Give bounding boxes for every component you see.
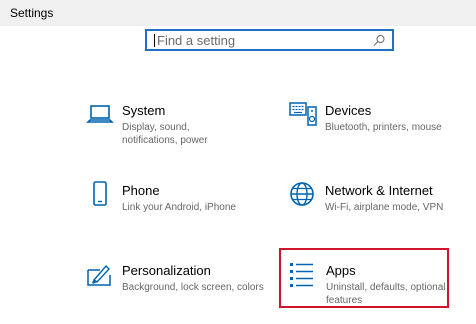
phone-icon [93,181,107,206]
search-placeholder: Find a setting [157,33,236,48]
globe-icon [290,182,314,206]
tile-description: Bluetooth, printers, mouse [325,122,442,133]
paint-tablet-icon [87,264,111,286]
text-cursor [154,34,155,47]
tile-network[interactable]: Network & Internet Wi-Fi, airplane mode,… [289,181,469,221]
apps-list-icon [290,263,313,287]
tile-phone[interactable]: Phone Link your Android, iPhone [86,181,256,221]
search-icon[interactable] [373,34,386,47]
tile-description: Background, lock screen, colors [122,282,264,293]
title-bar: Settings [0,0,476,26]
tile-description: Display, sound, notifications, power [122,122,208,146]
tile-name: Apps [326,263,356,278]
search-box[interactable]: Find a setting [145,29,394,51]
tile-description: Wi-Fi, airplane mode, VPN [325,202,444,213]
tile-name: Personalization [122,263,211,278]
tile-devices[interactable]: Devices Bluetooth, printers, mouse [289,101,469,147]
tile-description: Uninstall, defaults, optional features [326,282,446,306]
tile-name: Devices [325,103,372,118]
tile-name: Network & Internet [325,183,433,198]
laptop-icon [86,105,114,123]
tile-name: System [122,103,166,118]
keyboard-speaker-icon [289,102,317,126]
tile-system[interactable]: System Display, sound, notifications, po… [86,101,256,147]
tile-description: Link your Android, iPhone [122,202,236,213]
tile-name: Phone [122,183,160,198]
tile-apps[interactable]: Apps Uninstall, defaults, optional featu… [279,248,449,308]
window-title: Settings [10,6,54,20]
tile-personalization[interactable]: Personalization Background, lock screen,… [86,261,266,301]
